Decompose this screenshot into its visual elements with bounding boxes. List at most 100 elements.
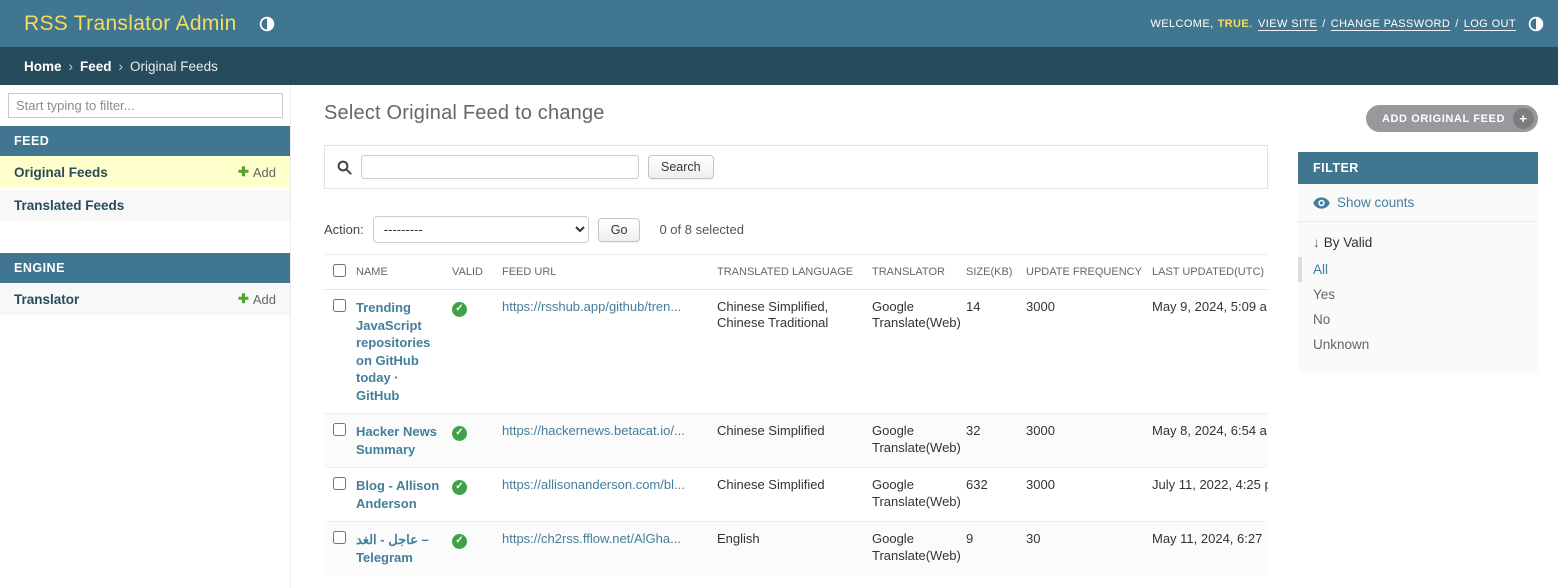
select-all-checkbox[interactable] — [333, 264, 346, 277]
size-kb-cell: 32 — [966, 414, 1026, 468]
changelist-table: NAMEVALIDFEED URLTRANSLATED LANGUAGETRAN… — [324, 254, 1268, 576]
valid-cell: ✓ — [452, 414, 502, 468]
row-select-cell — [324, 468, 356, 522]
row-select-cell — [324, 290, 356, 414]
sidebar-item-translator[interactable]: Translator ✚ Add — [0, 283, 290, 317]
translator-cell: Google Translate(Web) — [872, 290, 966, 414]
breadcrumb-current: Original Feeds — [130, 59, 218, 74]
feed-name-cell: Blog - Allison Anderson — [356, 468, 452, 522]
table-row: Hacker News Summary ✓ https://hackernews.b… — [324, 414, 1268, 468]
row-checkbox[interactable] — [333, 531, 346, 544]
sidebar-model-link[interactable]: Translator — [14, 292, 79, 307]
feed-name-link[interactable]: Trending JavaScript repositories on GitH… — [356, 299, 442, 404]
feed-url-cell: https://rsshub.app/github/tren... — [502, 290, 717, 414]
translated-language-cell: Chinese Simplified, Chinese Traditional — [717, 290, 872, 414]
username: TRUE — [1218, 18, 1250, 30]
theme-toggle-icon[interactable] — [1528, 16, 1544, 32]
select-all-header-cell — [324, 255, 356, 290]
filter-option-link[interactable]: No — [1313, 312, 1330, 327]
feed-name-cell: Hacker News Summary — [356, 414, 452, 468]
filter-option-link[interactable]: Unknown — [1313, 337, 1369, 352]
nav-sidebar: FEEDOriginal Feeds✚AddTranslated FeedsEN… — [0, 85, 291, 588]
welcome-text: WELCOME, — [1150, 18, 1213, 30]
size-kb-cell: 14 — [966, 290, 1026, 414]
page-title: Select Original Feed to change — [324, 102, 1268, 125]
theme-toggle-icon[interactable] — [259, 16, 275, 32]
row-checkbox[interactable] — [333, 299, 346, 312]
user-links-separator: / — [1322, 18, 1325, 30]
feed-url-cell: https://allisonanderson.com/bl... — [502, 468, 717, 522]
add-label: Add — [253, 292, 276, 307]
sidebar-section-title: FEED — [0, 126, 290, 156]
sidebar-item-original-feeds[interactable]: Original Feeds ✚Add — [0, 156, 290, 190]
update-frequency-cell: 30 — [1026, 522, 1152, 576]
update-frequency-cell: 3000 — [1026, 468, 1152, 522]
filter-panel-title: FILTER — [1298, 152, 1538, 184]
sidebar-model-link[interactable]: Translated Feeds — [14, 198, 124, 213]
username-suffix: . — [1249, 18, 1252, 30]
add-label: Add — [253, 165, 276, 180]
feed-name-cell: عاجل - الغد – Telegram — [356, 522, 452, 576]
column-header-translated-language[interactable]: TRANSLATED LANGUAGE — [717, 255, 872, 290]
sidebar-filter-input[interactable] — [8, 93, 283, 118]
feed-name-link[interactable]: عاجل - الغد – Telegram — [356, 531, 442, 566]
filter-option-link[interactable]: Yes — [1313, 287, 1335, 302]
site-title[interactable]: RSS Translator Admin — [24, 12, 237, 36]
user-link-view-site[interactable]: VIEW SITE — [1258, 18, 1317, 30]
breadcrumb-link-home[interactable]: Home — [24, 59, 62, 74]
action-select[interactable]: --------- — [373, 216, 589, 243]
user-link-change-password[interactable]: CHANGE PASSWORD — [1331, 18, 1450, 30]
sidebar-section-engine: ENGINETranslator✚Add — [0, 253, 290, 317]
search-input[interactable] — [361, 155, 639, 179]
size-kb-cell: 9 — [966, 522, 1026, 576]
search-icon — [337, 160, 352, 175]
update-frequency-cell: 3000 — [1026, 290, 1152, 414]
table-row: Trending JavaScript repositories on GitH… — [324, 290, 1268, 414]
valid-cell: ✓ — [452, 468, 502, 522]
go-button[interactable]: Go — [598, 218, 641, 242]
column-header-last-updated-utc-[interactable]: LAST UPDATED(UTC) — [1152, 255, 1268, 290]
translator-cell: Google Translate(Web) — [872, 414, 966, 468]
feed-url-link[interactable]: https://hackernews.betacat.io/... — [502, 423, 685, 438]
add-button-label: ADD ORIGINAL FEED — [1382, 113, 1505, 125]
column-header-size-kb-[interactable]: SIZE(KB) — [966, 255, 1026, 290]
filter-panel: FILTER Show counts ↓By Valid AllYesNoUnk… — [1298, 152, 1538, 373]
column-header-update-frequency[interactable]: UPDATE FREQUENCY — [1026, 255, 1152, 290]
last-updated-cell: May 9, 2024, 5:09 a. — [1152, 290, 1268, 414]
sidebar-add-link[interactable]: ✚Add — [238, 164, 276, 180]
last-updated-cell: May 8, 2024, 6:54 a. — [1152, 414, 1268, 468]
filter-option-link[interactable]: All — [1313, 262, 1328, 277]
valid-check-icon: ✓ — [452, 302, 467, 317]
column-header-feed-url[interactable]: FEED URL — [502, 255, 717, 290]
sidebar-add-link[interactable]: ✚ Add — [238, 291, 276, 307]
row-checkbox[interactable] — [333, 423, 346, 436]
plus-icon: + — [1513, 108, 1534, 129]
column-header-valid[interactable]: VALID — [452, 255, 502, 290]
translated-language-cell: Chinese Simplified — [717, 468, 872, 522]
plus-icon: ✚ — [238, 291, 249, 307]
row-select-cell — [324, 414, 356, 468]
feed-url-link[interactable]: https://allisonanderson.com/bl... — [502, 477, 685, 492]
feed-name-link[interactable]: Blog - Allison Anderson — [356, 477, 442, 512]
row-checkbox[interactable] — [333, 477, 346, 490]
translated-language-cell: English — [717, 522, 872, 576]
feed-name-link[interactable]: Hacker News Summary — [356, 423, 442, 458]
search-button[interactable]: Search — [648, 155, 714, 179]
filter-option-all: All — [1298, 257, 1538, 282]
main-content: Select Original Feed to change Search Ac… — [324, 85, 1268, 576]
user-link-log-out[interactable]: LOG OUT — [1464, 18, 1516, 30]
valid-cell: ✓ — [452, 522, 502, 576]
feed-url-link[interactable]: https://rsshub.app/github/tren... — [502, 299, 681, 314]
sidebar-item-translated-feeds[interactable]: Translated Feeds — [0, 190, 290, 223]
feed-url-link[interactable]: https://ch2rss.fflow.net/AlGha... — [502, 531, 681, 546]
breadcrumb-link-feed[interactable]: Feed — [80, 59, 112, 74]
valid-check-icon: ✓ — [452, 426, 467, 441]
column-header-name[interactable]: NAME — [356, 255, 452, 290]
sidebar-model-link[interactable]: Original Feeds — [14, 165, 108, 180]
search-toolbar: Search — [324, 145, 1268, 189]
last-updated-cell: May 11, 2024, 6:27 — [1152, 522, 1268, 576]
column-header-translator[interactable]: TRANSLATOR — [872, 255, 966, 290]
show-counts-toggle[interactable]: Show counts — [1298, 184, 1538, 222]
right-column: ADD ORIGINAL FEED + FILTER Show counts ↓… — [1298, 105, 1538, 373]
add-original-feed-button[interactable]: ADD ORIGINAL FEED + — [1366, 105, 1538, 132]
